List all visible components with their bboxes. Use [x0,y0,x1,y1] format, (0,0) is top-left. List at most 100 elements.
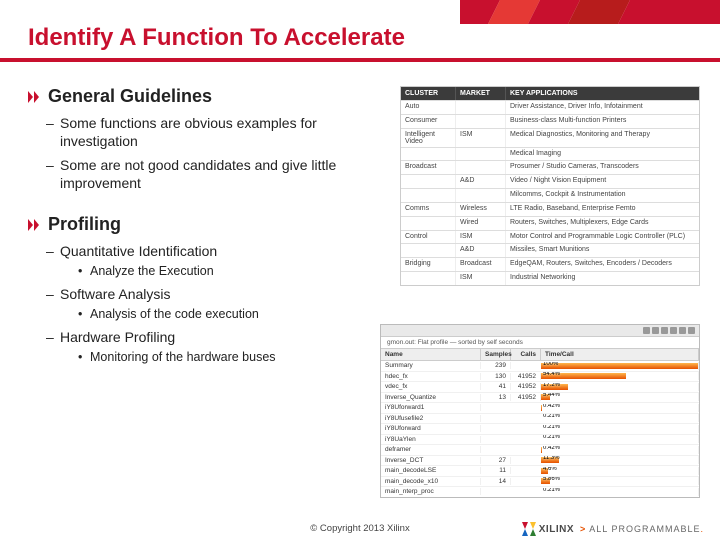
table-cell: Intelligent Video [401,129,456,147]
profiler-cell: 41952 [511,394,541,401]
table-cell: Business-class Multi-function Printers [506,115,699,128]
profiler-pct: 11.3% [543,456,560,461]
profiler-cell: 14 [481,478,511,485]
toolbar-icon [679,327,686,334]
table-cell: Motor Control and Programmable Logic Con… [506,231,699,244]
profiler-row: main_nterp_proc 0.21% [381,487,699,497]
profiler-cell: iY8Uforward [381,425,481,432]
profiler-col: Time/Call [541,349,699,360]
profiler-cell: Inverse_Quantize [381,394,481,401]
profiler-row: Inverse_DCT2711.3% [381,456,699,467]
table-cell [401,148,456,161]
profiler-pct: 0.42% [543,404,560,409]
profiler-pct: 100% [543,362,558,367]
toolbar-icon [661,327,668,334]
table-row: Medical Imaging [401,147,699,161]
table-cell: Bridging [401,258,456,271]
profiler-pct: 0.21% [543,425,560,430]
profiler-cell: Summary [381,362,481,369]
profiler-row: main_decodeLSE114.6% [381,466,699,477]
table-cell: A&D [456,175,506,188]
profiler-bar-cell: 11.3% [541,456,699,464]
table-cell: Industrial Networking [506,272,699,285]
profiler-row: Inverse_Quantize13419525.44% [381,393,699,404]
profiler-bar-cell: 0.42% [541,404,699,412]
bullet-item: Quantitative Identification Analyze the … [46,243,378,279]
table-cell [401,189,456,202]
table-cell: Comms [401,203,456,216]
profiler-cell: vdec_fx [381,383,481,390]
table-cell: Driver Assistance, Driver Info, Infotain… [506,101,699,114]
table-cell: Consumer [401,115,456,128]
table-cell [401,244,456,257]
profiler-cell: 41 [481,383,511,390]
profiler-body: Summary239100%hdec_fx1304195254.4%vdec_f… [381,361,699,497]
profiler-row: iY8UaYlen0.21% [381,435,699,446]
bullet-text: Quantitative Identification [60,243,217,259]
profiler-cell: 41952 [511,383,541,390]
table-row: Consumer Business-class Multi-function Pr… [401,114,699,128]
sub-bullet: Analysis of the code execution [78,307,378,323]
table-cell: LTE Radio, Baseband, Enterprise Femto [506,203,699,216]
table-cell [456,161,506,174]
section-title: General Guidelines [48,86,212,107]
table-header: KEY APPLICATIONS [506,87,699,100]
sub-bullet: Analyze the Execution [78,264,378,280]
profiler-bar-cell: 17.2% [541,383,699,391]
profiler-cell: 130 [481,373,511,380]
table-body: Auto Driver Assistance, Driver Info, Info… [401,100,699,285]
section-title: Profiling [48,214,121,235]
table-cell: Broadcast [401,161,456,174]
table-cell: Milcomms, Cockpit & Instrumentation [506,189,699,202]
table-row: ISMIndustrial Networking [401,271,699,285]
toolbar-icon [688,327,695,334]
profiler-cell: 13 [481,394,511,401]
table-cell [456,115,506,128]
xilinx-icon [522,522,536,536]
profiler-bar-cell: 5.44% [541,393,699,401]
profiler-pct: 5.44% [543,393,560,398]
toolbar-icon [652,327,659,334]
table-cell: Video / Night Vision Equipment [506,175,699,188]
title-underline [0,58,720,62]
profiler-panel: gmon.out: Flat profile — sorted by self … [380,324,700,498]
table-row: BroadcastProsumer / Studio Cameras, Tran… [401,160,699,174]
profiler-row: Summary239 100% [381,361,699,372]
profiler-row: deframer 0.42% [381,445,699,456]
profiler-bar [541,405,542,411]
bullet-text: Software Analysis [60,286,171,302]
profiler-bar-cell: 100% [541,362,699,370]
profiler-pct: 54.4% [543,372,560,377]
bullet-item: Some are not good candidates and give li… [46,157,378,192]
table-cell [401,217,456,230]
profiler-col: Name [381,349,481,360]
profiler-cell: 27 [481,457,511,464]
profiler-bar-cell: 0.42% [541,446,699,454]
table-row: BridgingBroadcastEdgeQAM, Routers, Switc… [401,257,699,271]
profiler-bar-cell: 0.21% [541,488,699,496]
profiler-row: iY8Uforward10.42% [381,403,699,414]
table-row: A&DVideo / Night Vision Equipment [401,174,699,188]
table-cell [456,148,506,161]
table-cell: Auto [401,101,456,114]
table-header-row: CLUSTER MARKET KEY APPLICATIONS [401,87,699,100]
profiler-bar-cell: 0.21% [541,425,699,433]
brand-area: XILINX > ALL PROGRAMMABLE. [522,522,704,536]
profiler-pct: 4.6% [543,467,557,472]
profiler-pct: 0.21% [543,488,560,493]
profiler-pct: 0.42% [543,446,560,451]
profiler-cell: 41952 [511,373,541,380]
toolbar-icon [670,327,677,334]
profiler-cell: 239 [481,362,511,369]
table-cell: Wireless [456,203,506,216]
table-cell: EdgeQAM, Routers, Switches, Encoders / D… [506,258,699,271]
profiler-row: iY8Uforward 0.21% [381,424,699,435]
table-cell [456,189,506,202]
table-cell: ISM [456,231,506,244]
profiler-cell: deframer [381,446,481,453]
profiler-cell: main_nterp_proc [381,488,481,495]
table-row: CommsWirelessLTE Radio, Baseband, Enterp… [401,202,699,216]
profiler-bar-cell: 54.4% [541,372,699,380]
brand-name: XILINX [539,524,574,535]
table-cell [401,272,456,285]
